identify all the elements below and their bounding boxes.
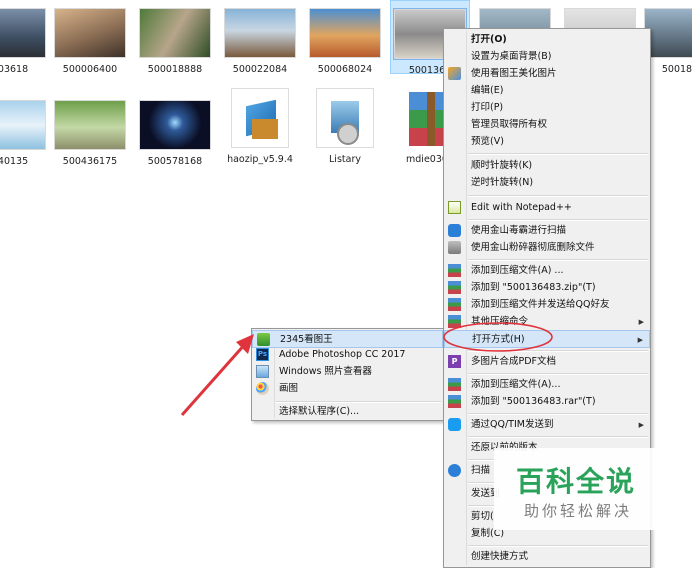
annotation-arrow-shaft [180, 342, 248, 416]
watermark-title: 百科全说 [516, 465, 637, 498]
watermark: 百科全说 助你轻松解决 [494, 448, 666, 530]
highlight-ellipse [443, 322, 553, 352]
watermark-subtitle: 助你轻松解决 [524, 502, 633, 520]
